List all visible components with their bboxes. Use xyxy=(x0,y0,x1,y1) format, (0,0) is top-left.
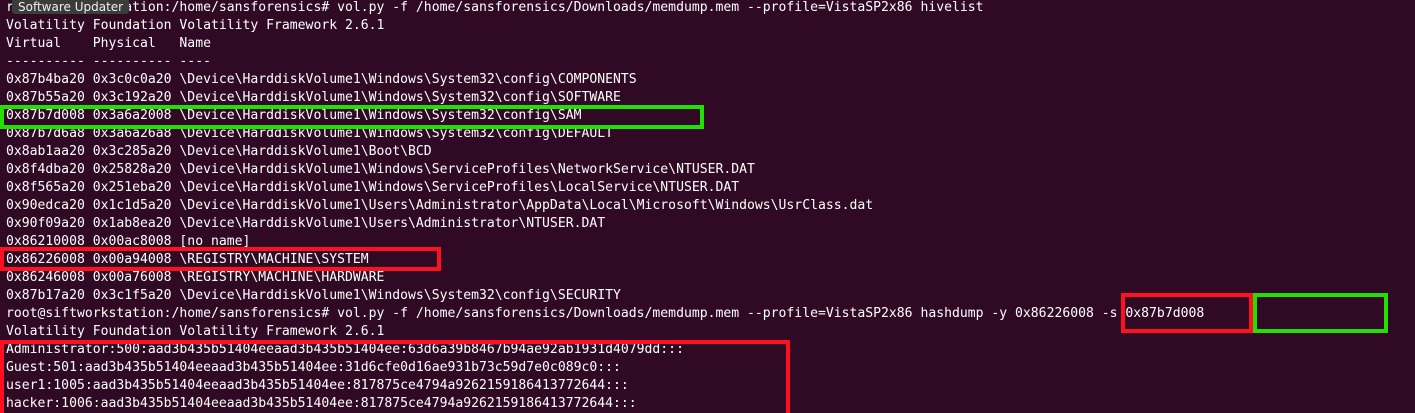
terminal-window[interactable]: root@siftworkstation:/home/sansforensics… xyxy=(0,0,1415,413)
hive-row: 0x90f09a20 0x1ab8ea20 \Device\HarddiskVo… xyxy=(6,216,606,231)
hash-row-user1: user1:1005:aad3b435b51404eeaad3b435b5140… xyxy=(6,378,629,393)
hive-row: 0x86246008 0x00a76008 \REGISTRY\MACHINE\… xyxy=(6,270,385,285)
hash-row-hacker: hacker:1006:aad3b435b51404eeaad3b435b514… xyxy=(6,396,637,411)
hive-row: 0x8ab1aa20 0x3c285a20 \Device\HarddiskVo… xyxy=(6,144,432,159)
separator-line: ---------- ---------- ---- xyxy=(6,54,211,69)
hash-row-guest: Guest:501:aad3b435b51404eeaad3b435b51404… xyxy=(6,360,621,375)
hive-row: 0x87b4ba20 0x3c0c0a20 \Device\HarddiskVo… xyxy=(6,72,637,87)
hive-row: 0x8f4dba20 0x25828a20 \Device\HarddiskVo… xyxy=(6,162,755,177)
column-header-line: Virtual Physical Name xyxy=(6,36,211,51)
hive-row: 0x86210008 0x00ac8008 [no name] xyxy=(6,234,251,249)
output-line: Volatility Foundation Volatility Framewo… xyxy=(6,18,385,33)
hive-row: 0x87b55a20 0x3c192a20 \Device\HarddiskVo… xyxy=(6,90,621,105)
hive-row: 0x87b7d6a8 0x3a6a26a8 \Device\HarddiskVo… xyxy=(6,126,613,141)
hive-row-sam: 0x87b7d008 0x3a6a2008 \Device\HarddiskVo… xyxy=(6,108,582,123)
hash-row-administrator: Administrator:500:aad3b435b51404eeaad3b4… xyxy=(6,342,684,357)
hive-row-system: 0x86226008 0x00a94008 \REGISTRY\MACHINE\… xyxy=(6,252,369,267)
output-line: Volatility Foundation Volatility Framewo… xyxy=(6,324,385,339)
hive-row: 0x8f565a20 0x251eba20 \Device\HarddiskVo… xyxy=(6,180,740,195)
hive-row: 0x90edca20 0x1c1d5a20 \Device\HarddiskVo… xyxy=(6,198,874,213)
command-line-hashdump: root@siftworkstation:/home/sansforensics… xyxy=(6,306,1205,321)
hive-row: 0x87b17a20 0x3c1f5a20 \Device\HarddiskVo… xyxy=(6,288,621,303)
software-updater-tooltip: Software Updater xyxy=(12,0,130,14)
command-line-hivelist: root@siftworkstation:/home/sansforensics… xyxy=(6,0,984,15)
sam-offset-highlight-box xyxy=(1253,293,1388,333)
